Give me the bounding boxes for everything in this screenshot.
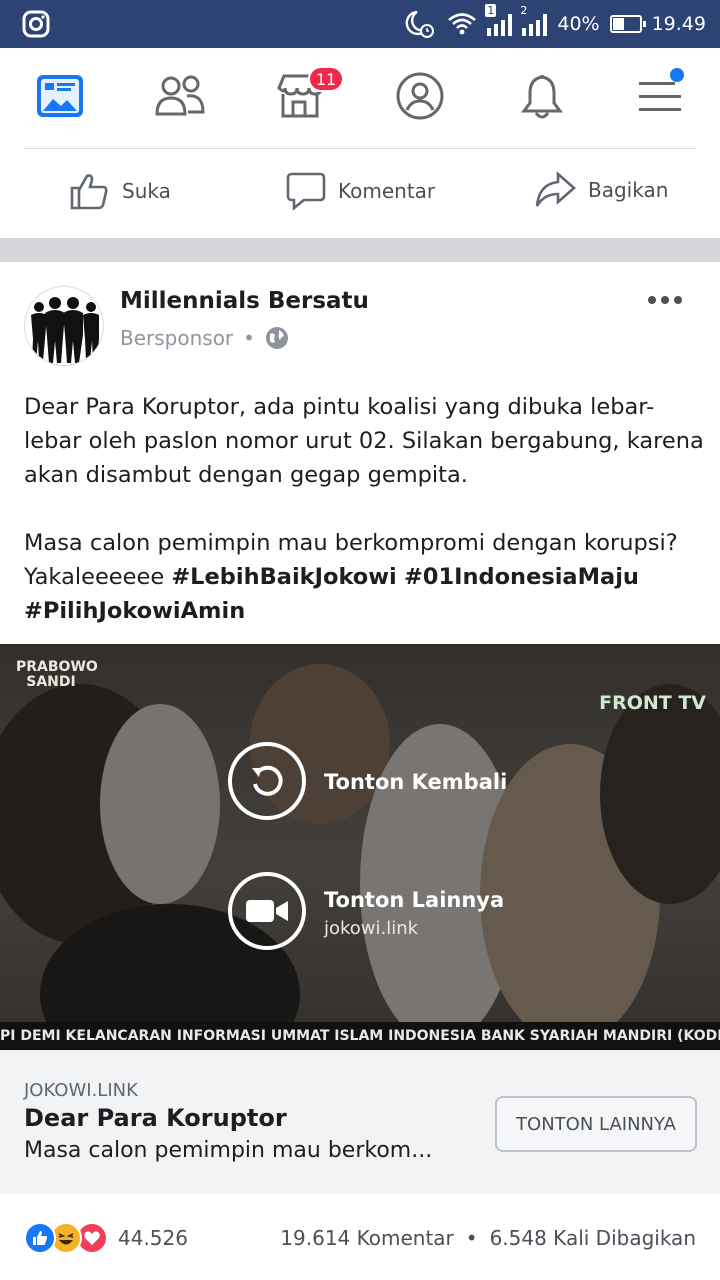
menu-icon [639, 82, 681, 111]
link-domain: JOKOWI.LINK [24, 1080, 138, 1101]
instagram-icon [22, 10, 50, 38]
bell-icon [521, 75, 563, 119]
engagement-stats: 19.614 Komentar • 6.548 Kali Dibagikan [280, 1226, 696, 1250]
tab-friends[interactable] [152, 68, 208, 124]
replay-icon [252, 765, 283, 796]
hashtag[interactable]: #01IndonesiaMaju [404, 564, 639, 590]
reactions-count: 44.526 [118, 1226, 188, 1250]
battery-icon [609, 15, 646, 33]
silhouettes-logo [31, 297, 99, 363]
link-description: Masa calon pemimpin mau berkom... [24, 1138, 433, 1163]
watch-more-label[interactable]: Tonton Lainnya [324, 888, 504, 912]
watch-more-cta-button[interactable]: TONTON LAINNYA [495, 1096, 697, 1152]
feed-divider [0, 238, 720, 262]
comment-label: Komentar [338, 179, 436, 203]
do-not-disturb-alarm-icon [405, 10, 435, 38]
prabowo-sandi-logo: PRABOWO SANDI [16, 659, 98, 690]
news-ticker: PI DEMI KELANCARAN INFORMASI UMMAT ISLAM… [0, 1022, 720, 1050]
post-message: Dear Para Koruptor, ada pintu koalisi ya… [24, 390, 704, 628]
post-paragraph-1: Dear Para Koruptor, ada pintu koalisi ya… [24, 394, 704, 488]
top-nav: 11 [0, 48, 720, 144]
nav-divider [24, 148, 696, 149]
share-icon [535, 171, 576, 207]
hashtag[interactable]: #PilihJokowiAmin [24, 598, 245, 624]
post-paragraph-2: Masa calon pemimpin mau berkompromi deng… [24, 530, 678, 624]
video-camera-icon [246, 900, 288, 922]
reactions-summary[interactable]: 44.526 [24, 1222, 188, 1254]
comment-icon [286, 172, 326, 211]
friends-icon [155, 75, 205, 116]
tab-notifications[interactable] [514, 68, 570, 124]
page-avatar[interactable] [24, 286, 104, 366]
shares-count[interactable]: 6.548 Kali Dibagikan [490, 1226, 696, 1250]
notification-badge: 11 [308, 66, 344, 92]
replay-button[interactable] [228, 742, 306, 820]
stats-separator: • [465, 1226, 478, 1250]
wifi-icon [448, 13, 477, 35]
link-title: Dear Para Koruptor [24, 1104, 287, 1132]
thumbs-up-icon [70, 174, 108, 210]
news-feed-icon [37, 75, 83, 117]
comments-count[interactable]: 19.614 Komentar [280, 1226, 453, 1250]
sponsored-label: Bersponsor [120, 326, 234, 350]
signal-sim1-icon: 1 [485, 4, 513, 36]
signal-sim2-icon: 2 [520, 4, 548, 36]
post-stats: 44.526 19.614 Komentar • 6.548 Kali Diba… [0, 1194, 720, 1280]
meta-separator: • [243, 326, 255, 350]
comment-button[interactable]: Komentar [286, 170, 435, 212]
share-button[interactable]: Bagikan [534, 170, 668, 210]
like-reaction-icon [24, 1222, 56, 1254]
menu-new-dot [670, 68, 684, 82]
clock: 19.49 [651, 13, 706, 35]
tab-menu[interactable] [632, 68, 688, 124]
post-meta: Bersponsor • [120, 326, 289, 350]
watch-more-button[interactable] [228, 872, 306, 950]
profile-icon [396, 72, 444, 120]
replay-label[interactable]: Tonton Kembali [324, 770, 507, 794]
tab-marketplace[interactable]: 11 [272, 66, 344, 124]
hashtag[interactable]: #LebihBaikJokowi [171, 564, 396, 590]
globe-icon [265, 327, 288, 349]
like-button[interactable]: Suka [68, 170, 171, 212]
video-player[interactable]: PRABOWO SANDI FRONT TV Tonton Kembali To… [0, 644, 720, 1050]
link-preview[interactable]: JOKOWI.LINK Dear Para Koruptor Masa calo… [0, 1050, 720, 1194]
more-options-icon[interactable] [648, 296, 682, 304]
battery-percent: 40% [557, 13, 600, 35]
previous-post-actions: Suka Komentar Bagikan [0, 150, 720, 238]
share-label: Bagikan [588, 178, 669, 202]
page-name[interactable]: Millennials Bersatu [120, 288, 369, 314]
tab-profile[interactable] [392, 68, 448, 124]
watch-more-domain: jokowi.link [324, 918, 419, 939]
tab-news-feed[interactable] [32, 68, 88, 124]
front-tv-logo: FRONT TV [599, 692, 706, 714]
like-label: Suka [122, 179, 171, 203]
status-bar: 1 2 40% 19.49 [0, 0, 720, 48]
